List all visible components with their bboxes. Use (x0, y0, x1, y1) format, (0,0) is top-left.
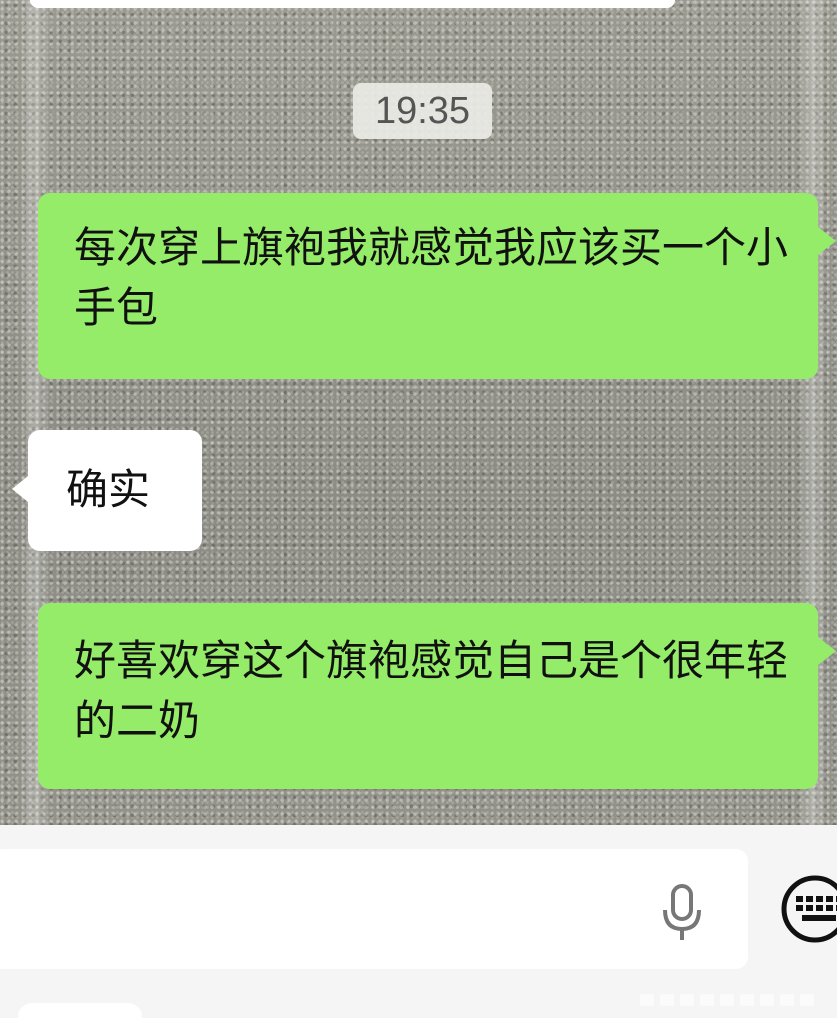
chat-message-area[interactable]: 19:35 每次穿上旗袍我就感觉我应该买一个小手包 确实 好喜欢穿这个旗袍感觉自… (0, 0, 837, 825)
watermark-graphic (640, 994, 814, 1006)
previous-message-bubble (30, 0, 675, 8)
received-message-bubble[interactable]: 确实 (12, 430, 202, 551)
message-text: 好喜欢穿这个旗袍感觉自己是个很年轻的二奶 (74, 636, 789, 745)
microphone-icon[interactable] (660, 884, 704, 942)
bottom-toolbar-pill[interactable] (18, 1003, 142, 1018)
message-text: 确实 (66, 465, 151, 514)
message-text: 每次穿上旗袍我就感觉我应该买一个小手包 (74, 223, 789, 332)
message-input-field[interactable] (0, 849, 748, 969)
keyboard-icon[interactable] (780, 874, 837, 944)
sent-message-bubble[interactable]: 好喜欢穿这个旗袍感觉自己是个很年轻的二奶 (38, 603, 836, 789)
sent-message-bubble[interactable]: 每次穿上旗袍我就感觉我应该买一个小手包 (38, 193, 836, 379)
chat-screen: 19:35 每次穿上旗袍我就感觉我应该买一个小手包 确实 好喜欢穿这个旗袍感觉自… (0, 0, 837, 1018)
message-timestamp: 19:35 (353, 83, 492, 139)
